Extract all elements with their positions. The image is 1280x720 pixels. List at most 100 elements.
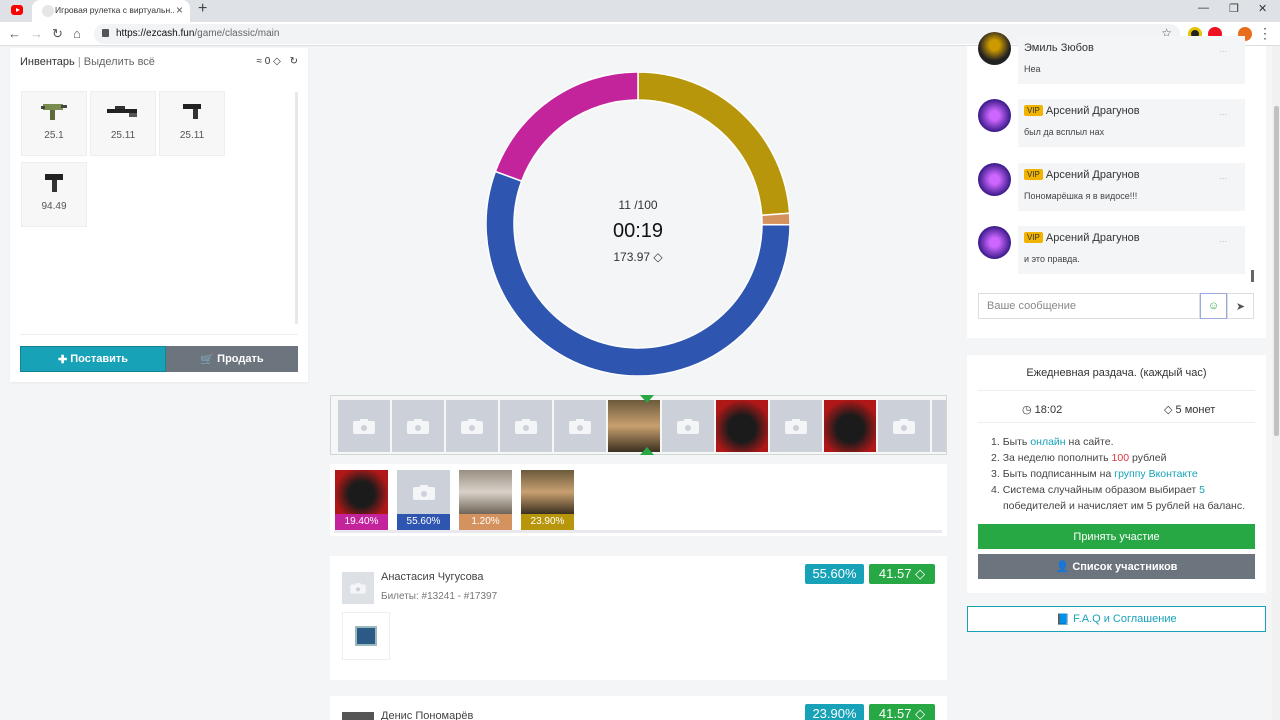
case-icon xyxy=(355,626,377,646)
bet-amount-badge: 41.57 ◇ xyxy=(869,704,935,720)
daily-time: ◷ 18:02 xyxy=(1022,404,1063,416)
browser-tab[interactable]: Игровая рулетка с виртуальн... × xyxy=(32,0,190,22)
send-icon[interactable]: ➤ xyxy=(1227,293,1254,319)
inventory-item[interactable]: 25.1 xyxy=(21,91,87,156)
inventory-item[interactable]: 25.11 xyxy=(90,91,156,156)
chat-author: Арсений Драгунов xyxy=(1045,105,1140,117)
close-window-icon[interactable]: ✕ xyxy=(1258,2,1267,15)
back-icon[interactable]: ← xyxy=(8,26,21,41)
tab-close-icon[interactable]: × xyxy=(176,3,183,17)
rule-item: 2. За неделю пополнить 100 рублей xyxy=(991,452,1167,464)
pointer-top-icon xyxy=(640,395,654,403)
chat-panel: Эмиль Зюбов Неа ... VIP Арсений Драгунов … xyxy=(967,32,1266,338)
strip-avatar-photo xyxy=(608,400,660,452)
cart-icon: 🛒 xyxy=(200,353,218,366)
bettor-avatar xyxy=(342,712,374,720)
book-icon: 📘 xyxy=(1056,613,1074,626)
message-menu-icon[interactable]: ... xyxy=(1219,234,1227,244)
inventory-item[interactable]: 94.49 xyxy=(21,162,87,227)
bettor-tickets: Билеты: #13241 - #17397 xyxy=(381,591,498,602)
bet-amount-badge: 41.57 ◇ xyxy=(869,564,935,584)
chat-text: и это правда. xyxy=(1024,254,1080,264)
chat-avatar xyxy=(978,163,1011,196)
inventory-separator: | xyxy=(77,56,81,68)
faq-button[interactable]: 📘 F.A.Q и Соглашение xyxy=(967,606,1266,632)
minimize-icon[interactable]: — xyxy=(1198,2,1209,14)
bet-chance-badge: 23.90% xyxy=(805,704,864,720)
chat-text: был да всплыл нах xyxy=(1024,127,1105,137)
vip-badge: VIP xyxy=(1024,105,1043,116)
chat-message-input[interactable]: Ваше сообщение xyxy=(978,293,1200,319)
bet-card: Денис Пономарёв 23.90% 41.57 ◇ xyxy=(330,696,947,720)
menu-dots-icon[interactable]: ⋮ xyxy=(1258,25,1272,42)
strip-avatar-placeholder xyxy=(338,400,390,452)
daily-title: Ежедневная раздача. (каждый час) xyxy=(1026,367,1207,379)
diamond-icon: ◇ xyxy=(273,56,281,67)
round-bank: 173.97 ◇ xyxy=(613,250,663,264)
chat-message: Эмиль Зюбов Неа ... xyxy=(1018,36,1245,84)
chat-message: VIP Арсений Драгунов был да всплыл нах ..… xyxy=(1018,99,1245,147)
restore-icon[interactable]: ❐ xyxy=(1229,2,1239,15)
chat-author: Эмиль Зюбов xyxy=(1024,42,1094,54)
refresh-icon[interactable]: ↻ xyxy=(290,56,298,67)
chance-card: 23.90% xyxy=(521,470,574,530)
chat-text: Пономарёшка я в видосе!!! xyxy=(1024,191,1138,201)
pointer-bottom-icon xyxy=(640,447,654,455)
url-host: https://ezcash.fun xyxy=(116,28,195,39)
youtube-icon[interactable] xyxy=(11,5,23,15)
message-menu-icon[interactable]: ... xyxy=(1219,44,1227,54)
emoji-icon[interactable]: ☺ xyxy=(1200,293,1227,319)
page-scrollbar-thumb[interactable] xyxy=(1274,106,1279,436)
plus-icon: ✚ xyxy=(57,353,71,366)
inventory-item[interactable]: 25.11 xyxy=(159,91,225,156)
user-icon: 👤 xyxy=(1055,561,1073,573)
message-menu-icon[interactable]: ... xyxy=(1219,107,1227,117)
page-scrollbar[interactable] xyxy=(1272,46,1280,720)
diamond-icon: ◇ xyxy=(1164,404,1173,416)
tab-favicon-icon xyxy=(42,5,54,17)
strip-avatar-photo xyxy=(824,400,876,452)
home-icon[interactable]: ⌂ xyxy=(73,26,81,41)
chance-percent: 19.40% xyxy=(335,514,388,530)
diamond-icon: ◇ xyxy=(653,250,663,264)
vk-group-link[interactable]: группу Вконтакте xyxy=(1114,468,1197,480)
sell-button[interactable]: 🛒 Продать xyxy=(166,346,298,372)
inventory-scrollbar[interactable] xyxy=(295,92,298,324)
tab-title: Игровая рулетка с виртуальн... xyxy=(55,5,175,15)
chat-scrollbar[interactable] xyxy=(1251,270,1254,282)
daily-rules: 1. Быть онлайн на сайте. 2. За неделю по… xyxy=(991,434,1261,514)
strip-avatar-placeholder xyxy=(662,400,714,452)
reload-icon[interactable]: ↻ xyxy=(52,26,63,42)
bet-button[interactable]: ✚ Поставить xyxy=(20,346,166,372)
strip-avatar-placeholder xyxy=(770,400,822,452)
new-tab-icon[interactable]: + xyxy=(198,0,207,18)
rule-item: 3. Быть подписанным на группу Вконтакте xyxy=(991,468,1198,480)
rule-item: 1. Быть онлайн на сайте. xyxy=(991,436,1114,448)
smg-black-icon xyxy=(22,163,86,201)
chance-card: 1.20% xyxy=(459,470,512,530)
bet-chance-badge: 55.60% xyxy=(805,564,864,584)
roulette-strip xyxy=(330,395,947,455)
lock-icon xyxy=(102,29,109,37)
strip-avatar-placeholder xyxy=(554,400,606,452)
forward-icon[interactable]: → xyxy=(30,26,43,41)
diamond-icon: ◇ xyxy=(915,566,926,581)
strip-avatar-placeholder xyxy=(446,400,498,452)
select-all-link[interactable]: Выделить всё xyxy=(84,56,155,68)
participants-list-button[interactable]: 👤 Список участников xyxy=(978,554,1255,579)
chat-author: Арсений Драгунов xyxy=(1045,169,1140,181)
camera-icon xyxy=(677,418,699,434)
join-giveaway-button[interactable]: Принять участие xyxy=(978,524,1255,549)
bettor-name: Анастасия Чугусова xyxy=(381,571,484,583)
player-avatar xyxy=(521,470,574,514)
inventory-panel: Инвентарь | Выделить всё ≈ 0 ◇ ↻ 25.1 25… xyxy=(10,48,308,382)
bet-card: Анастасия Чугусова Билеты: #13241 - #173… xyxy=(330,556,947,680)
player-avatar xyxy=(335,470,388,514)
chat-author: Арсений Драгунов xyxy=(1045,232,1140,244)
rule-item: 4. Система случайным образом выбирает 5 … xyxy=(991,484,1245,512)
bet-item[interactable] xyxy=(342,612,390,660)
bettor-name: Денис Пономарёв xyxy=(381,710,474,720)
camera-icon xyxy=(412,484,435,500)
chances-scrollbar[interactable] xyxy=(334,530,942,533)
message-menu-icon[interactable]: ... xyxy=(1219,171,1227,181)
